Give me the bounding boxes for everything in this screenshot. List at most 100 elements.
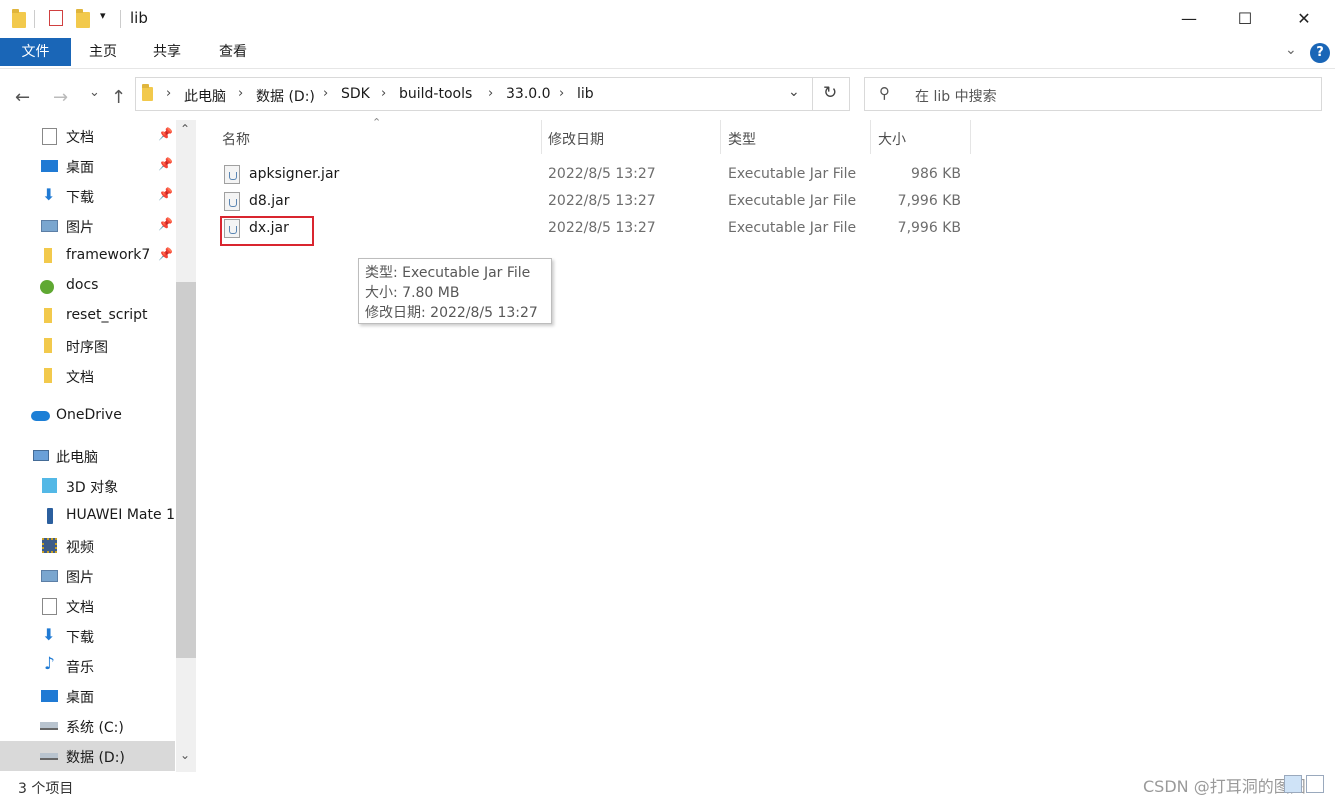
breadcrumb-sdk[interactable]: SDK (341, 86, 370, 102)
pin-icon[interactable]: 📌 (158, 247, 173, 261)
file-modified: 2022/8/5 13:27 (548, 193, 656, 209)
new-folder-icon[interactable] (76, 9, 90, 28)
column-header-size[interactable]: 大小 (878, 129, 906, 149)
sidebar-item-huawei-phone[interactable]: HUAWEI Mate 1 (0, 501, 175, 531)
breadcrumb-build-tools[interactable]: build-tools (399, 86, 472, 102)
sidebar-item-pictures[interactable]: 图片 📌 (0, 211, 175, 241)
forward-button[interactable]: → (53, 87, 68, 108)
chevron-right-icon: › (238, 86, 244, 101)
file-row[interactable]: apksigner.jar 2022/8/5 13:27 Executable … (215, 162, 970, 188)
column-separator[interactable] (720, 120, 721, 154)
sort-indicator-icon: ⌃ (372, 116, 382, 129)
tab-file[interactable]: 文件 (0, 38, 71, 66)
address-bar[interactable]: › 此电脑 › 数据 (D:) › SDK › build-tools › 33… (135, 77, 850, 111)
search-input[interactable]: 在 lib 中搜索 (915, 86, 997, 106)
sidebar-item-pictures-pc[interactable]: 图片 (0, 561, 175, 591)
properties-icon[interactable] (49, 10, 63, 26)
sidebar-item-3d-objects[interactable]: 3D 对象 (0, 471, 175, 501)
sidebar-item-sequence-diagram[interactable]: 时序图 (0, 331, 175, 361)
file-type: Executable Jar File (728, 220, 857, 236)
column-header-type[interactable]: 类型 (728, 129, 756, 149)
sidebar-item-documents-folder[interactable]: 文档 (0, 361, 175, 391)
sidebar-item-framework7[interactable]: framework7 📌 (0, 241, 175, 271)
file-modified: 2022/8/5 13:27 (548, 220, 656, 236)
sidebar-item-drive-d[interactable]: 数据 (D:) (0, 741, 175, 771)
sidebar-item-onedrive[interactable]: OneDrive (0, 401, 175, 431)
sidebar-item-desktop[interactable]: 桌面 📌 (0, 151, 175, 181)
separator (120, 10, 121, 28)
folder-icon (44, 308, 52, 323)
tab-home[interactable]: 主页 (74, 38, 132, 66)
details-view-icon[interactable] (1284, 775, 1302, 793)
sidebar-item-label: 3D 对象 (66, 480, 119, 496)
breadcrumb-version[interactable]: 33.0.0 (506, 86, 551, 102)
refresh-button[interactable]: ↻ (823, 83, 837, 103)
help-icon[interactable]: ? (1310, 43, 1330, 63)
drive-icon (40, 753, 58, 760)
minimize-button[interactable]: — (1158, 0, 1220, 38)
sidebar-item-downloads[interactable]: ⬇ 下载 📌 (0, 181, 175, 211)
recent-locations-button[interactable]: ⌄ (89, 85, 100, 100)
breadcrumb-lib[interactable]: lib (577, 86, 594, 102)
back-button[interactable]: ← (15, 87, 30, 108)
sidebar-item-label: 文档 (66, 600, 94, 616)
tooltip-type: 类型: Executable Jar File (365, 265, 531, 281)
quick-access-dropdown-icon[interactable]: ▾ (100, 9, 106, 22)
sidebar-item-videos[interactable]: 视频 (0, 531, 175, 561)
scrollbar-thumb[interactable] (176, 282, 196, 658)
chevron-down-icon[interactable]: ⌄ (1285, 42, 1297, 58)
desktop-icon (41, 690, 58, 702)
sidebar-item-label: docs (66, 277, 99, 293)
breadcrumb-this-pc[interactable]: 此电脑 (184, 86, 226, 106)
folder-icon (44, 368, 52, 383)
sidebar-item-label: 桌面 (66, 160, 94, 176)
pin-icon[interactable]: 📌 (158, 127, 173, 141)
scroll-up-icon[interactable]: ⌃ (180, 122, 190, 136)
document-icon (42, 128, 57, 145)
column-header-modified[interactable]: 修改日期 (548, 129, 604, 149)
ribbon-tabs: 文件 主页 共享 查看 ⌄ ? (0, 38, 1335, 68)
folder-icon (142, 84, 153, 101)
column-separator[interactable] (970, 120, 971, 154)
file-row[interactable]: d8.jar 2022/8/5 13:27 Executable Jar Fil… (215, 189, 970, 215)
3d-objects-icon (42, 478, 57, 493)
sidebar-item-label: 系统 (C:) (66, 720, 124, 736)
sidebar-item-label: 图片 (66, 570, 94, 586)
tab-share[interactable]: 共享 (138, 38, 196, 66)
file-row[interactable]: dx.jar 2022/8/5 13:27 Executable Jar Fil… (215, 216, 970, 242)
jar-file-icon (224, 192, 240, 211)
sidebar-item-reset-script[interactable]: reset_script (0, 301, 175, 331)
cloud-icon (31, 411, 50, 421)
column-header-name[interactable]: 名称 (222, 129, 250, 149)
sidebar-item-music[interactable]: ♪ 音乐 (0, 651, 175, 681)
document-icon (42, 598, 57, 615)
sidebar-item-this-pc[interactable]: 此电脑 (0, 441, 175, 471)
sidebar-item-documents-pc[interactable]: 文档 (0, 591, 175, 621)
address-dropdown-button[interactable]: ⌄ (788, 84, 800, 100)
up-button[interactable]: ↑ (111, 87, 126, 108)
close-button[interactable]: ✕ (1273, 0, 1335, 38)
maximize-button[interactable]: ☐ (1214, 0, 1276, 38)
window-title: lib (130, 9, 148, 27)
column-separator[interactable] (541, 120, 542, 154)
pin-icon[interactable]: 📌 (158, 157, 173, 171)
sidebar-item-downloads-pc[interactable]: ⬇ 下载 (0, 621, 175, 651)
folder-icon (12, 9, 26, 28)
scroll-down-icon[interactable]: ⌄ (180, 748, 190, 762)
sidebar-item-drive-c[interactable]: 系统 (C:) (0, 711, 175, 741)
sidebar-item-documents[interactable]: 文档 📌 (0, 121, 175, 151)
pin-icon[interactable]: 📌 (158, 217, 173, 231)
search-box[interactable]: ⚲ 在 lib 中搜索 (864, 77, 1322, 111)
large-icons-view-icon[interactable] (1306, 775, 1324, 793)
sidebar-item-label: 下载 (66, 190, 94, 206)
tooltip-date: 修改日期: 2022/8/5 13:27 (365, 305, 538, 321)
sidebar-item-docs[interactable]: docs (0, 271, 175, 301)
pin-icon[interactable]: 📌 (158, 187, 173, 201)
column-separator[interactable] (870, 120, 871, 154)
status-bar: 3 个项目 (0, 772, 1335, 802)
jar-file-icon (224, 165, 240, 184)
navigation-pane: 文档 📌 桌面 📌 ⬇ 下载 📌 图片 📌 framework7 📌 docs … (0, 120, 196, 772)
tab-view[interactable]: 查看 (204, 38, 262, 66)
sidebar-item-desktop-pc[interactable]: 桌面 (0, 681, 175, 711)
breadcrumb-drive-d[interactable]: 数据 (D:) (256, 86, 315, 106)
